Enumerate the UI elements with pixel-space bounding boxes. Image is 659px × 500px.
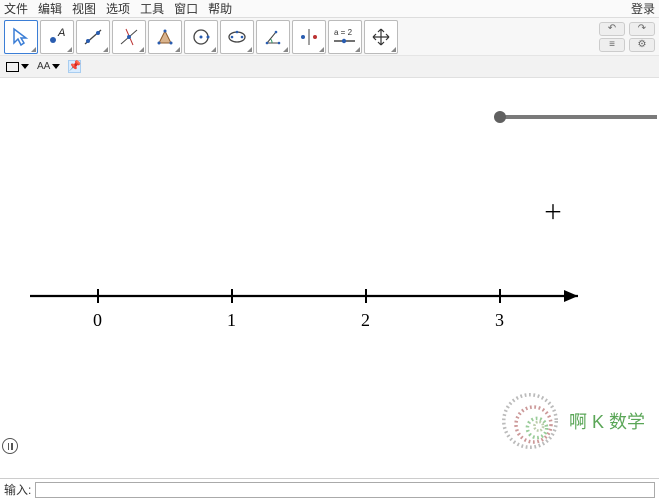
slider-object[interactable] (492, 110, 657, 124)
settings-button[interactable]: ⚙ (629, 38, 655, 52)
animation-pause-button[interactable] (2, 438, 18, 454)
move-view-tool[interactable] (364, 20, 398, 54)
svg-text:A: A (57, 27, 65, 39)
right-controls: ↶ ↷ ≡ ⚙ (599, 22, 655, 52)
point-tool[interactable]: A (40, 20, 74, 54)
pin-button[interactable]: 📌 (68, 60, 81, 73)
text-size-dropdown[interactable]: AA (37, 61, 60, 72)
menu-file[interactable]: 文件 (4, 0, 28, 17)
angle-tool[interactable] (256, 20, 290, 54)
reflect-tool[interactable] (292, 20, 326, 54)
perpendicular-tool[interactable] (112, 20, 146, 54)
menu-help[interactable]: 帮助 (208, 0, 232, 17)
axis-label-1: 1 (227, 310, 236, 331)
menu-options[interactable]: 选项 (106, 0, 130, 17)
undo-button[interactable]: ↶ (599, 22, 625, 36)
ellipse-tool[interactable] (220, 20, 254, 54)
login-link[interactable]: 登录 (631, 0, 655, 17)
circle-tool[interactable] (184, 20, 218, 54)
menu-tools[interactable]: 工具 (140, 0, 164, 17)
axis-label-0: 0 (93, 310, 102, 331)
slider-tool[interactable]: a = 2 (328, 20, 362, 54)
axis-label-2: 2 (361, 310, 370, 331)
algebra-input[interactable] (35, 482, 655, 498)
menu-edit[interactable]: 编辑 (38, 0, 62, 17)
crosshair-icon: ＋ (543, 196, 563, 225)
line-tool[interactable] (76, 20, 110, 54)
input-bar: 输入: (0, 478, 659, 500)
number-line (30, 286, 590, 316)
axis-label-3: 3 (495, 310, 504, 331)
watermark: 啊 K 数学 (495, 386, 645, 456)
spiral-icon (495, 386, 565, 456)
redo-button[interactable]: ↷ (629, 22, 655, 36)
polygon-tool[interactable] (148, 20, 182, 54)
toolbar: A a = 2 ↶ ↷ ≡ ⚙ (0, 18, 659, 56)
menu-view[interactable]: 视图 (72, 0, 96, 17)
rect-dropdown[interactable] (6, 62, 29, 72)
move-tool[interactable] (4, 20, 38, 54)
secondary-toolbar: AA 📌 (0, 56, 659, 78)
svg-text:a = 2: a = 2 (334, 28, 353, 37)
graphics-view[interactable]: ＋ 0 1 2 3 啊 K 数学 (0, 78, 659, 478)
menubar: 文件 编辑 视图 选项 工具 窗口 帮助 登录 (0, 0, 659, 18)
watermark-text: 啊 K 数学 (569, 408, 645, 434)
menu-window[interactable]: 窗口 (174, 0, 198, 17)
hamburger-button[interactable]: ≡ (599, 38, 625, 52)
input-label: 输入: (4, 481, 31, 498)
